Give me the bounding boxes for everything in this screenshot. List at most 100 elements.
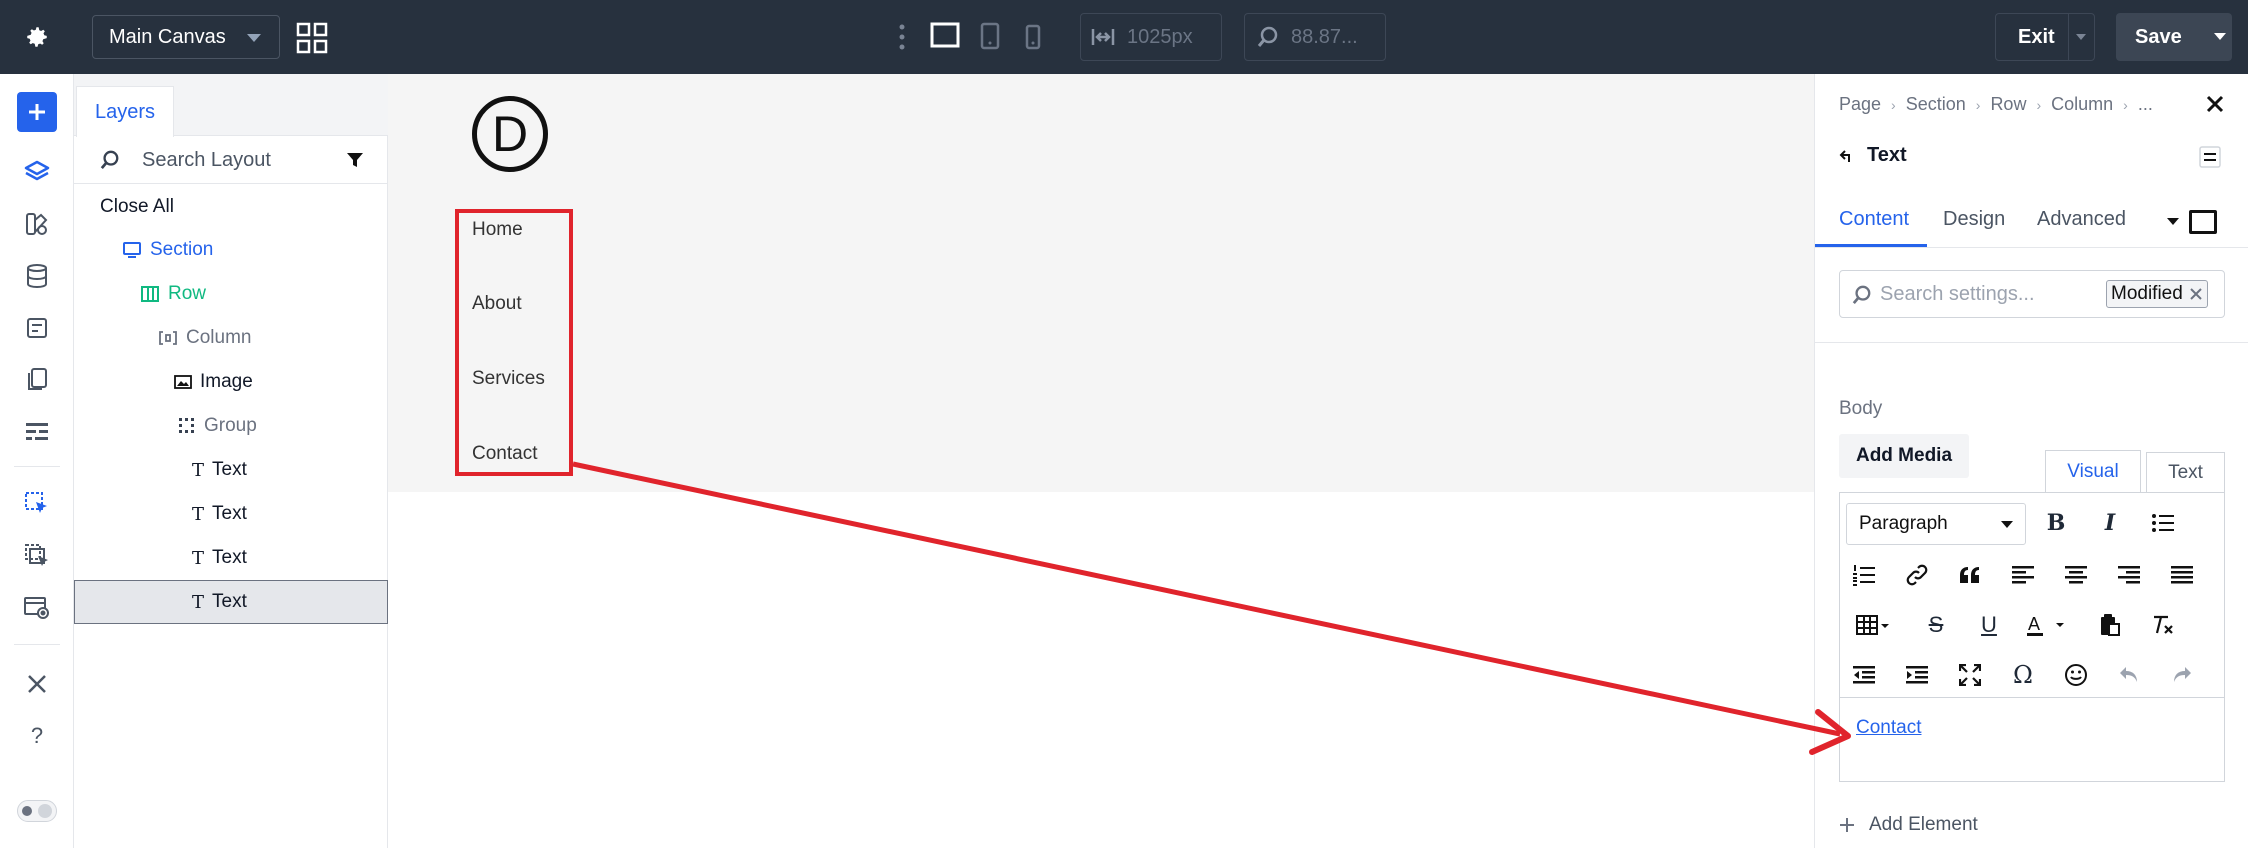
layers-icon bbox=[24, 160, 50, 181]
paragraph-format-select[interactable]: Paragraph bbox=[1846, 503, 2026, 545]
paste-button[interactable] bbox=[2090, 605, 2130, 645]
builder-canvas[interactable]: D Home About Services Contact bbox=[388, 74, 1814, 848]
panel-options-button[interactable] bbox=[2199, 146, 2221, 173]
help-button[interactable]: ? bbox=[17, 716, 57, 756]
tablet-view-button[interactable] bbox=[980, 22, 1000, 55]
breadcrumb-section[interactable]: Section bbox=[1906, 94, 1966, 115]
fullscreen-button[interactable] bbox=[1950, 655, 1990, 695]
page-section[interactable]: D Home About Services Contact bbox=[388, 74, 1814, 492]
align-left-icon bbox=[2012, 566, 2034, 584]
pages-button[interactable] bbox=[17, 360, 57, 400]
layers-button[interactable] bbox=[17, 152, 57, 192]
layer-item-text-selected[interactable]: T Text bbox=[74, 580, 388, 624]
add-media-button[interactable]: Add Media bbox=[1839, 434, 1969, 478]
add-element-button[interactable]: Add Element bbox=[1839, 814, 1978, 836]
table-button[interactable] bbox=[1850, 605, 1898, 645]
theme-builder-button[interactable] bbox=[17, 412, 57, 452]
clear-format-button[interactable] bbox=[2143, 605, 2183, 645]
logo[interactable]: D bbox=[472, 96, 548, 172]
undo-button[interactable] bbox=[2109, 655, 2149, 695]
tab-content[interactable]: Content bbox=[1839, 208, 1909, 231]
text-color-button[interactable]: A bbox=[2022, 605, 2070, 645]
link-button[interactable] bbox=[1897, 555, 1937, 595]
outdent-button[interactable] bbox=[1844, 655, 1884, 695]
layer-item-text[interactable]: T Text bbox=[192, 448, 247, 492]
blockquote-button[interactable] bbox=[1950, 555, 1990, 595]
settings-search-input[interactable]: Search settings... bbox=[1880, 283, 2035, 306]
add-button[interactable] bbox=[17, 92, 57, 132]
grid-view-button[interactable] bbox=[296, 22, 328, 59]
close-all-button[interactable]: Close All bbox=[100, 196, 174, 218]
close-panel-button[interactable] bbox=[2205, 94, 2225, 119]
exit-button[interactable]: Exit bbox=[1995, 13, 2095, 61]
menu-item-home[interactable]: Home bbox=[472, 219, 523, 241]
menu-item-contact[interactable]: Contact bbox=[472, 443, 537, 465]
layer-item-text[interactable]: T Text bbox=[192, 536, 247, 580]
menu-item-services[interactable]: Services bbox=[472, 368, 545, 390]
modified-filter-badge[interactable]: Modified bbox=[2106, 280, 2208, 308]
redo-button[interactable] bbox=[2162, 655, 2202, 695]
phone-view-button[interactable] bbox=[1025, 24, 1041, 55]
strikethrough-button[interactable]: S bbox=[1916, 605, 1956, 645]
logo-letter: D bbox=[491, 106, 529, 162]
chevron-down-icon[interactable] bbox=[2214, 33, 2226, 40]
database-button[interactable] bbox=[17, 256, 57, 296]
more-options-button[interactable] bbox=[898, 24, 906, 55]
canvas-select[interactable]: Main Canvas bbox=[92, 15, 280, 59]
layers-search-input[interactable]: Search Layout bbox=[142, 149, 271, 172]
tab-layers[interactable]: Layers bbox=[76, 86, 174, 137]
close-icon[interactable] bbox=[2189, 287, 2203, 301]
align-center-button[interactable] bbox=[2056, 555, 2096, 595]
forms-button[interactable] bbox=[17, 308, 57, 348]
justify-button[interactable] bbox=[2162, 555, 2202, 595]
desktop-view-button[interactable] bbox=[930, 22, 960, 53]
special-char-button[interactable]: Ω bbox=[2003, 655, 2043, 695]
sliders-icon bbox=[2199, 146, 2221, 168]
theme-toggle[interactable] bbox=[17, 800, 57, 822]
zoom-field[interactable]: 88.87... bbox=[1244, 13, 1386, 61]
settings-search[interactable]: Search settings... Modified bbox=[1839, 270, 2225, 318]
zoom-value: 88.87... bbox=[1291, 25, 1358, 48]
tab-text[interactable]: Text bbox=[2146, 452, 2225, 492]
select-tool-button[interactable] bbox=[17, 484, 57, 524]
tools-button[interactable] bbox=[17, 664, 57, 704]
chevron-down-icon[interactable] bbox=[2076, 34, 2086, 40]
back-arrow-icon[interactable] bbox=[1839, 148, 1855, 164]
square-icon[interactable] bbox=[2189, 210, 2217, 234]
underline-button[interactable]: U bbox=[1969, 605, 2009, 645]
breadcrumb-column[interactable]: Column bbox=[2051, 94, 2113, 115]
layer-item-text[interactable]: T Text bbox=[192, 492, 247, 536]
breadcrumb-row[interactable]: Row bbox=[1990, 94, 2026, 115]
layer-item-image[interactable]: Image bbox=[174, 360, 253, 404]
layer-item-section[interactable]: Section bbox=[122, 228, 213, 272]
bullet-list-button[interactable] bbox=[2143, 503, 2183, 543]
editor-content-link[interactable]: Contact bbox=[1856, 717, 1921, 739]
breadcrumb-more[interactable]: ... bbox=[2138, 94, 2153, 115]
settings-gear-button[interactable] bbox=[0, 0, 74, 74]
italic-button[interactable]: I bbox=[2090, 503, 2130, 543]
tab-advanced[interactable]: Advanced bbox=[2037, 208, 2126, 231]
align-left-button[interactable] bbox=[2003, 555, 2043, 595]
chevron-down-icon[interactable] bbox=[2167, 218, 2179, 225]
layers-search[interactable]: Search Layout bbox=[74, 136, 388, 184]
filter-icon[interactable] bbox=[346, 151, 364, 169]
tab-visual[interactable]: Visual bbox=[2045, 450, 2141, 492]
menu-item-about[interactable]: About bbox=[472, 293, 522, 315]
chevron-down-icon bbox=[2001, 521, 2013, 528]
tab-design[interactable]: Design bbox=[1943, 208, 2005, 231]
save-button[interactable]: Save bbox=[2116, 13, 2232, 61]
numbered-list-button[interactable] bbox=[1844, 555, 1884, 595]
align-right-button[interactable] bbox=[2109, 555, 2149, 595]
layer-item-row[interactable]: Row bbox=[140, 272, 206, 316]
preview-button[interactable] bbox=[17, 588, 57, 628]
layer-item-column[interactable]: Column bbox=[158, 316, 251, 360]
presets-button[interactable] bbox=[17, 204, 57, 244]
multi-select-button[interactable] bbox=[17, 536, 57, 576]
canvas-width-field[interactable]: 1025px bbox=[1080, 13, 1222, 61]
layer-item-group[interactable]: Group bbox=[178, 404, 257, 448]
emoji-button[interactable] bbox=[2056, 655, 2096, 695]
align-right-icon bbox=[2118, 566, 2140, 584]
bold-button[interactable]: B bbox=[2036, 503, 2076, 543]
indent-button[interactable] bbox=[1897, 655, 1937, 695]
breadcrumb-page[interactable]: Page bbox=[1839, 94, 1881, 115]
